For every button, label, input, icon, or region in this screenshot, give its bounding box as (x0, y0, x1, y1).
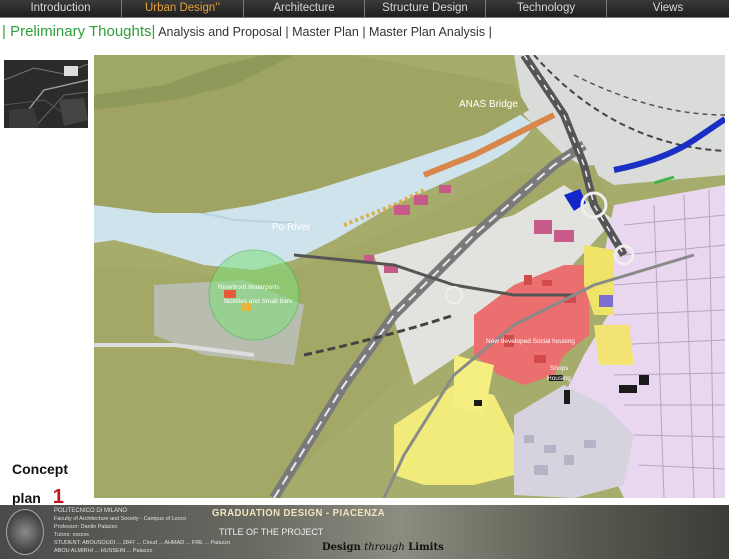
breadcrumb-separator: | (488, 25, 492, 39)
footer-university: POLITECNICO DI MILANO (54, 508, 128, 514)
tagline-part-c: Limits (408, 542, 444, 553)
plan-word: plan (12, 490, 41, 506)
tab-urban-design[interactable]: Urban Design'’ (122, 0, 244, 18)
label-waterfront-1: Riverfront Waterports (218, 284, 280, 291)
breadcrumb-link-master-plan-analysis[interactable]: Master Plan Analysis (369, 25, 485, 39)
label-anas-bridge: ANAS Bridge (459, 99, 518, 110)
tab-structure-design[interactable]: Structure Design (365, 0, 486, 18)
breadcrumb-link-analysis[interactable]: Analysis and Proposal (158, 25, 282, 39)
label-shops: Shops (550, 365, 569, 372)
label-housing-2: Housing (547, 375, 571, 382)
breadcrumb-link-master-plan[interactable]: Master Plan (292, 25, 359, 39)
breadcrumb-separator: | (362, 25, 366, 39)
breadcrumb: | Preliminary Thoughts| Analysis and Pro… (2, 23, 492, 40)
site-thumbnail[interactable] (4, 60, 88, 128)
concept-plan-label: Concept plan 1 (12, 455, 68, 512)
university-seal-icon (6, 509, 44, 555)
tagline-part-b: through (364, 542, 405, 553)
tab-architecture[interactable]: Architecture (244, 0, 365, 18)
concept-word: Concept (12, 461, 68, 477)
footer-faculty: Faculty of Architecture and Society - Ca… (54, 516, 187, 522)
label-waterfront-2: facilities and Small bars (224, 298, 293, 305)
tagline-part-a: Design (322, 542, 361, 553)
footer-professor: Professor: Danilo Palazzo (54, 524, 118, 530)
breadcrumb-current: | Preliminary Thoughts| (2, 23, 156, 40)
footer-tutor: Tutors: xxxxxx (54, 532, 89, 538)
top-nav: Introduction Urban Design'’ Architecture… (0, 0, 729, 18)
project-title: TITLE OF THE PROJECT (219, 527, 324, 537)
tab-technology[interactable]: Technology (486, 0, 607, 18)
graduation-banner: GRADUATION DESIGN - PIACENZA (212, 508, 386, 519)
footer-banner: POLITECNICO DI MILANO Faculty of Archite… (0, 505, 729, 559)
tagline: Design through Limits (322, 542, 444, 553)
breadcrumb-separator: | (285, 25, 289, 39)
master-plan-map: ANAS Bridge Po River Riverfront Waterpor… (94, 55, 725, 498)
tab-introduction[interactable]: Introduction (0, 0, 122, 18)
label-po-river: Po River (272, 222, 311, 233)
footer-student-1: STUDENT: ABOUSOUDI ... 2847 ... Cloud ..… (54, 540, 231, 546)
label-housing: New developed Social housing (486, 338, 575, 345)
footer-student-2: ABOU ALMIRHI ... HUSSEIN ... Palazzo (54, 548, 153, 554)
tab-views[interactable]: Views (607, 0, 729, 18)
